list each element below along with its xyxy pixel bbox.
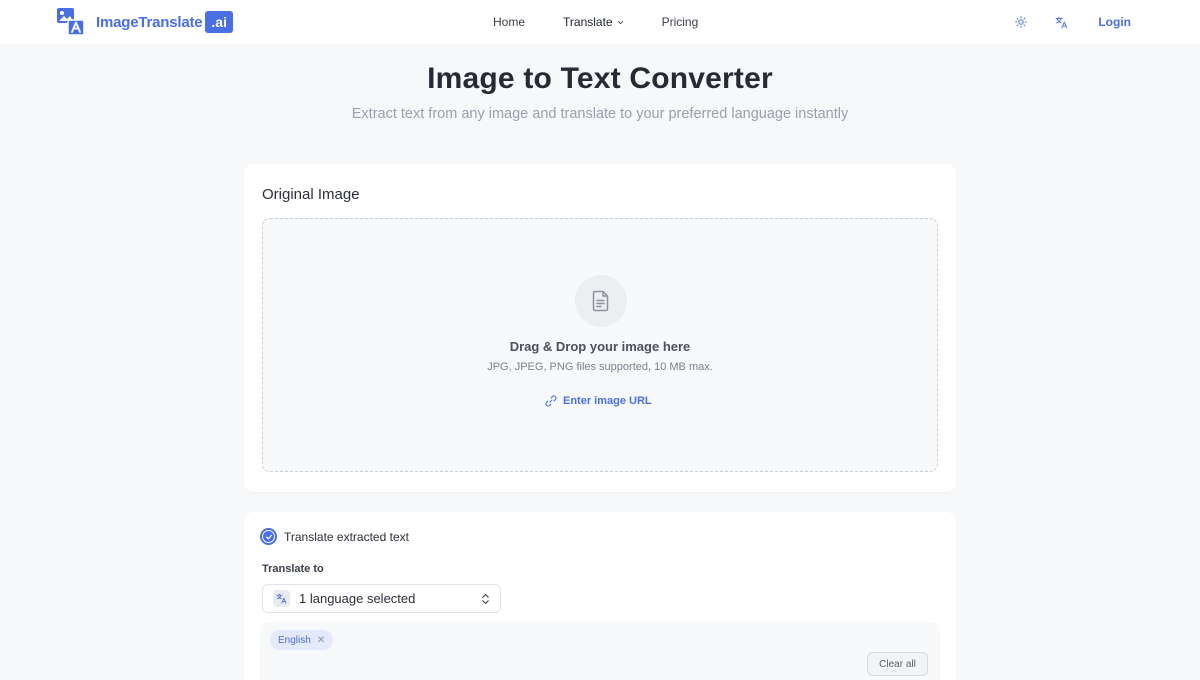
enter-image-url-label: Enter image URL: [563, 395, 652, 407]
translate-checkbox[interactable]: Translate extracted text: [260, 528, 409, 545]
translate-to-label: Translate to: [262, 563, 324, 575]
nav-home[interactable]: Home: [493, 15, 525, 29]
header-actions: Login: [1014, 0, 1131, 44]
document-icon: [592, 290, 609, 312]
clear-all-button[interactable]: Clear all: [867, 652, 928, 676]
translate-icon[interactable]: [1054, 15, 1068, 29]
chevron-up-down-icon: [482, 594, 489, 604]
translate-checkbox-label: Translate extracted text: [284, 529, 409, 544]
language-select[interactable]: 1 language selected: [262, 584, 501, 613]
language-icon: [273, 590, 290, 607]
page-title: Image to Text Converter: [427, 62, 773, 95]
nav-translate-label: Translate: [563, 15, 613, 29]
image-dropzone[interactable]: Drag & Drop your image here JPG, JPEG, P…: [262, 218, 938, 472]
checkbox-checked-icon: [260, 528, 277, 545]
login-link[interactable]: Login: [1098, 15, 1131, 29]
translate-options-card: Translate extracted text Translate to 1 …: [244, 512, 956, 680]
chevron-down-icon: [617, 20, 623, 24]
brand-name: ImageTranslate: [96, 13, 203, 31]
section-title-original-image: Original Image: [262, 186, 360, 203]
dropzone-title: Drag & Drop your image here: [509, 339, 691, 354]
brand-logo[interactable]: ImageTranslate .ai: [57, 8, 233, 36]
original-image-card: Original Image Drag & Drop your image he…: [244, 164, 956, 492]
main-nav: Home Translate Pricing: [493, 0, 736, 44]
enter-image-url-link[interactable]: Enter image URL: [545, 395, 652, 407]
brand-logo-icon: [57, 8, 85, 36]
remove-tag-icon[interactable]: ✕: [317, 635, 325, 646]
nav-pricing-label: Pricing: [661, 15, 699, 29]
dropzone-hint: JPG, JPEG, PNG files supported, 10 MB ma…: [487, 361, 713, 373]
brand-suffix-badge: .ai: [205, 11, 233, 33]
selected-languages-area: English ✕ Clear all: [260, 622, 940, 680]
nav-home-label: Home: [493, 15, 526, 29]
page-subtitle: Extract text from any image and translat…: [351, 106, 849, 122]
upload-icon-circle: [575, 275, 627, 327]
nav-pricing[interactable]: Pricing: [662, 15, 699, 29]
top-header: ImageTranslate .ai Home Translate Pricin…: [0, 0, 1200, 44]
language-tag-label: English: [278, 634, 311, 646]
language-select-value: 1 language selected: [299, 591, 416, 606]
sun-icon[interactable]: [1014, 15, 1028, 29]
link-icon: [545, 395, 557, 407]
language-tag-english: English ✕: [270, 630, 334, 650]
nav-translate[interactable]: Translate: [563, 15, 624, 29]
